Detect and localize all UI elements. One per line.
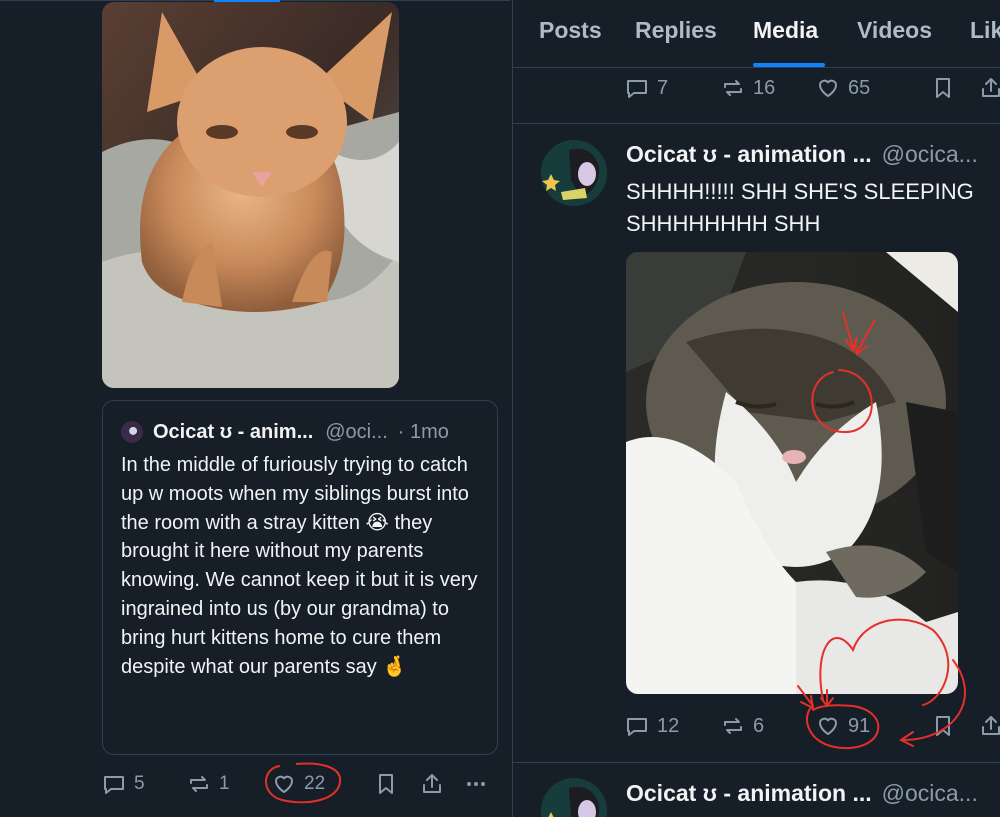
post-header: Ocicat ʊ - animation ... @ocica... xyxy=(626,141,978,168)
author-name[interactable]: Ocicat ʊ - anim... xyxy=(153,421,313,444)
avatar-illustration xyxy=(541,140,607,206)
repost-button[interactable]: 1 xyxy=(187,772,230,796)
post-text: SHHHH!!!!! SHH SHE'S SLEEPING SHHHHHHHH … xyxy=(626,176,1000,240)
bookmark-icon xyxy=(936,78,950,98)
author-handle[interactable]: @ocica... xyxy=(882,141,978,167)
active-tab-indicator xyxy=(753,63,825,67)
reply-count: 7 xyxy=(657,76,669,99)
post-text-line: SHHHH!!!!! SHH SHE'S SLEEPING xyxy=(626,179,974,204)
share-button[interactable] xyxy=(979,76,1000,100)
orange-kitten-photo[interactable] xyxy=(102,2,399,388)
like-count: 22 xyxy=(304,773,326,794)
heart-icon xyxy=(275,775,293,793)
author-handle[interactable]: @ocica... xyxy=(882,780,978,806)
tab-replies[interactable]: Replies xyxy=(635,17,717,44)
bookmark-icon xyxy=(379,774,393,794)
quoted-post-card[interactable]: Ocicat ʊ - anim... @oci... · 1mo In the … xyxy=(102,400,498,755)
share-button[interactable] xyxy=(420,772,444,796)
avatar-illustration xyxy=(541,778,607,817)
post-header: Ocicat ʊ - animation ... @ocica... xyxy=(626,780,978,807)
sleeping-cat-image xyxy=(626,252,958,694)
more-button[interactable] xyxy=(464,772,488,796)
repost-count: 1 xyxy=(219,773,230,794)
bookmark-icon xyxy=(936,716,950,736)
repost-button[interactable]: 6 xyxy=(721,714,764,738)
like-count: 91 xyxy=(848,714,871,737)
avatar[interactable] xyxy=(121,421,143,443)
repost-count: 16 xyxy=(753,76,776,99)
right-screenshot-panel: Posts Replies Media Videos Lik 7 16 65 O… xyxy=(512,0,1000,817)
left-screenshot-panel: Ocicat ʊ - anim... @oci... · 1mo In the … xyxy=(0,0,510,817)
post-divider xyxy=(513,123,1000,124)
tab-posts[interactable]: Posts xyxy=(539,17,602,44)
avatar[interactable] xyxy=(541,140,607,206)
tab-likes[interactable]: Lik xyxy=(970,17,1000,44)
like-button[interactable]: 22 xyxy=(272,772,325,796)
tab-media[interactable]: Media xyxy=(753,17,818,44)
repost-icon xyxy=(724,80,742,96)
like-button[interactable]: 65 xyxy=(816,76,870,100)
share-button[interactable] xyxy=(979,714,1000,738)
author-handle[interactable]: @oci... xyxy=(325,421,388,444)
profile-tab-bar: Posts Replies Media Videos Lik xyxy=(513,0,1000,68)
like-count: 65 xyxy=(848,76,871,99)
quoted-post-text: In the middle of furiously trying to cat… xyxy=(121,454,478,678)
reply-count: 12 xyxy=(657,714,680,737)
reply-icon xyxy=(104,776,124,794)
share-icon xyxy=(423,774,441,793)
sleeping-cat-photo[interactable] xyxy=(626,252,958,694)
share-icon xyxy=(982,78,1000,97)
like-button[interactable]: 91 xyxy=(816,714,870,738)
orange-kitten-image xyxy=(102,2,399,388)
reply-icon xyxy=(627,718,647,736)
reply-count: 5 xyxy=(134,773,145,794)
author-name[interactable]: Ocicat ʊ - animation ... xyxy=(626,141,872,167)
heart-icon xyxy=(819,79,837,97)
repost-icon xyxy=(190,776,208,792)
repost-count: 6 xyxy=(753,714,765,737)
bookmark-button[interactable] xyxy=(931,76,955,100)
share-icon xyxy=(982,716,1000,735)
reply-icon xyxy=(627,80,647,98)
post-time: · 1mo xyxy=(397,420,449,443)
more-icon xyxy=(467,782,485,786)
reply-button[interactable]: 12 xyxy=(625,714,679,738)
reply-button[interactable]: 5 xyxy=(102,772,145,796)
reply-button[interactable]: 7 xyxy=(625,76,668,100)
heart-icon xyxy=(819,717,837,735)
author-name[interactable]: Ocicat ʊ - animation ... xyxy=(626,780,872,806)
quoted-post-header: Ocicat ʊ - anim... @oci... · 1mo xyxy=(121,421,481,443)
post-text-line: SHHHHHHHH SHH xyxy=(626,211,821,236)
repost-icon xyxy=(724,718,742,734)
bookmark-button[interactable] xyxy=(931,714,955,738)
repost-button[interactable]: 16 xyxy=(721,76,775,100)
bookmark-button[interactable] xyxy=(374,772,398,796)
tab-videos[interactable]: Videos xyxy=(857,17,932,44)
post-divider xyxy=(513,762,1000,763)
avatar[interactable] xyxy=(541,778,607,817)
